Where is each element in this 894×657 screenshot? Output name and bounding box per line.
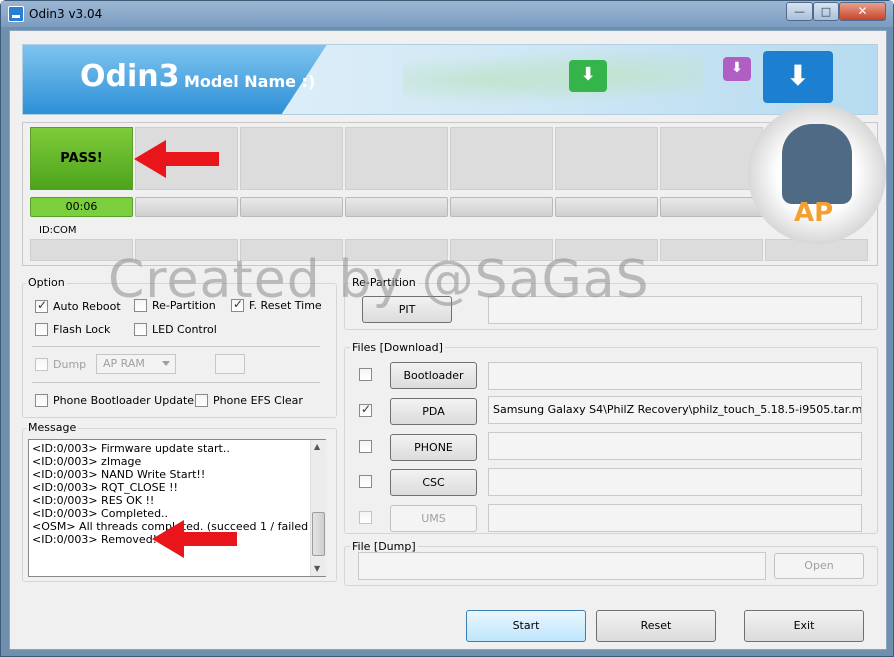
maximize-button[interactable]: □ bbox=[813, 2, 839, 21]
log-line: <ID:0/003> Removed!! bbox=[32, 533, 162, 546]
title-bar[interactable]: Odin3 v3.04 — □ ✕ bbox=[1, 1, 893, 27]
com-port-7 bbox=[660, 239, 763, 261]
device-slot-2-progress bbox=[135, 197, 238, 217]
device-slot-7-progress bbox=[660, 197, 763, 217]
log-line: <ID:0/003> zImage bbox=[32, 455, 142, 468]
message-group-label: Message bbox=[26, 421, 79, 434]
device-slot-3-progress bbox=[240, 197, 343, 217]
log-line: <ID:0/003> RQT_CLOSE !! bbox=[32, 481, 178, 494]
close-button[interactable]: ✕ bbox=[839, 2, 886, 21]
phone-checkbox[interactable] bbox=[359, 440, 372, 453]
log-line: <ID:0/003> RES OK !! bbox=[32, 494, 155, 507]
ums-button[interactable]: UMS bbox=[390, 505, 477, 532]
open-button[interactable]: Open bbox=[774, 553, 864, 579]
log-line: <ID:0/003> Completed.. bbox=[32, 507, 169, 520]
log-line: <ID:0/003> NAND Write Start!! bbox=[32, 468, 206, 481]
flash-lock-checkbox[interactable] bbox=[35, 323, 48, 336]
phone-bootloader-update-label: Phone Bootloader Update bbox=[53, 394, 195, 407]
device-slot-4-progress bbox=[345, 197, 448, 217]
phone-button[interactable]: PHONE bbox=[390, 434, 477, 461]
device-slot-6-progress bbox=[555, 197, 658, 217]
banner-subtitle: Model Name :) bbox=[184, 72, 316, 91]
download-purple-icon: ⬇ bbox=[723, 57, 751, 81]
option-separator-2 bbox=[32, 382, 320, 383]
chevron-down-icon bbox=[162, 361, 170, 366]
download-blue-icon: ⬇ bbox=[763, 51, 833, 103]
annotation-arrow-removed bbox=[152, 520, 237, 558]
dump-checkbox[interactable] bbox=[35, 358, 48, 371]
phone-efs-clear-checkbox[interactable] bbox=[195, 394, 208, 407]
phone-bootloader-update-checkbox[interactable] bbox=[35, 394, 48, 407]
option-separator-1 bbox=[32, 346, 320, 347]
device-slot-1-status: PASS! bbox=[30, 127, 133, 190]
download-green-icon: ⬇ bbox=[569, 60, 607, 92]
android-avatar-badge: AP bbox=[748, 104, 886, 244]
dump-index-box[interactable] bbox=[215, 354, 245, 374]
android-robot-icon bbox=[782, 124, 852, 204]
option-group-label: Option bbox=[26, 276, 67, 289]
ums-checkbox[interactable] bbox=[359, 511, 372, 524]
exit-button[interactable]: Exit bbox=[744, 610, 864, 642]
scroll-up-icon[interactable]: ▲ bbox=[314, 442, 320, 451]
dump-type-value: AP RAM bbox=[103, 357, 145, 370]
device-slot-1-progress: 00:06 bbox=[30, 197, 133, 217]
minimize-button[interactable]: — bbox=[786, 2, 813, 21]
log-line: <ID:0/003> Firmware update start.. bbox=[32, 442, 230, 455]
dump-label: Dump bbox=[53, 358, 87, 371]
device-slot-4-status bbox=[345, 127, 448, 190]
files-download-label: Files [Download] bbox=[350, 341, 445, 354]
scrollbar-thumb[interactable] bbox=[312, 512, 325, 556]
device-slot-5-status bbox=[450, 127, 553, 190]
annotation-arrow-pass bbox=[134, 140, 219, 178]
csc-file-field[interactable] bbox=[488, 468, 862, 496]
csc-button[interactable]: CSC bbox=[390, 469, 477, 496]
phone-file-field[interactable] bbox=[488, 432, 862, 460]
led-control-checkbox[interactable] bbox=[134, 323, 147, 336]
led-control-label: LED Control bbox=[152, 323, 217, 336]
scroll-down-icon[interactable]: ▼ bbox=[314, 564, 320, 573]
client-area: Odin3 Model Name :) ⬇ ⬇ ⬇ PASS! 00:06 ID… bbox=[9, 30, 887, 650]
window-frame: Odin3 v3.04 — □ ✕ Odin3 Model Name :) ⬇ … bbox=[0, 0, 894, 657]
bootloader-button[interactable]: Bootloader bbox=[390, 362, 477, 389]
pda-checkbox[interactable] bbox=[359, 402, 372, 417]
watermark-text: Created by @SaGaS bbox=[108, 250, 650, 310]
pda-button[interactable]: PDA bbox=[390, 398, 477, 425]
phone-efs-clear-label: Phone EFS Clear bbox=[213, 394, 303, 407]
bootloader-checkbox[interactable] bbox=[359, 368, 372, 381]
ums-file-field[interactable] bbox=[488, 504, 862, 532]
device-slot-6-status bbox=[555, 127, 658, 190]
dump-file-field[interactable] bbox=[358, 552, 766, 580]
device-slot-3-status bbox=[240, 127, 343, 190]
bootloader-file-field[interactable] bbox=[488, 362, 862, 390]
message-scrollbar[interactable]: ▲ ▼ bbox=[310, 440, 326, 576]
start-button[interactable]: Start bbox=[466, 610, 586, 642]
avatar-letters: AP bbox=[794, 198, 834, 228]
csc-checkbox[interactable] bbox=[359, 475, 372, 488]
banner-title: Odin3 bbox=[80, 59, 180, 94]
reset-button[interactable]: Reset bbox=[596, 610, 716, 642]
dump-type-select[interactable]: AP RAM bbox=[96, 354, 176, 374]
world-map-graphic bbox=[403, 51, 703, 109]
header-banner: Odin3 Model Name :) ⬇ ⬇ ⬇ bbox=[22, 44, 878, 115]
pda-file-field[interactable]: Samsung Galaxy S4\PhilZ Recovery\philz_t… bbox=[488, 396, 862, 424]
odin-app-icon bbox=[8, 6, 24, 22]
window-title: Odin3 v3.04 bbox=[29, 7, 103, 21]
flash-lock-label: Flash Lock bbox=[53, 323, 111, 336]
auto-reboot-checkbox[interactable] bbox=[35, 298, 48, 313]
device-slot-5-progress bbox=[450, 197, 553, 217]
idcom-label: ID:COM bbox=[39, 225, 77, 236]
